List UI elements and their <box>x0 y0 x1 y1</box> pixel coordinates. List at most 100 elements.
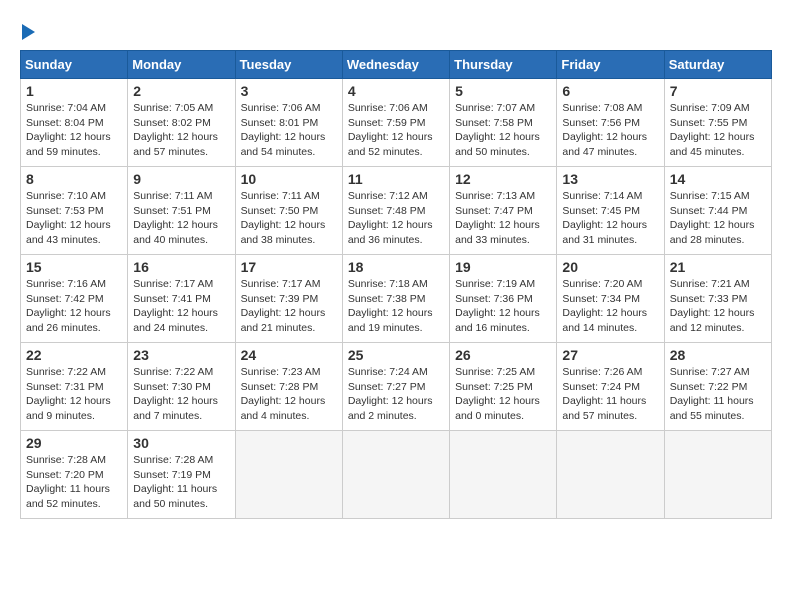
calendar-cell <box>664 431 771 519</box>
day-number: 3 <box>241 83 337 99</box>
weekday-header-friday: Friday <box>557 51 664 79</box>
calendar-cell: 28 Sunrise: 7:27 AM Sunset: 7:22 PM Dayli… <box>664 343 771 431</box>
calendar-cell: 16Sunrise: 7:17 AM Sunset: 7:41 PM Dayli… <box>128 255 235 343</box>
weekday-header-thursday: Thursday <box>450 51 557 79</box>
calendar-cell: 15 Sunrise: 7:16 AM Sunset: 7:42 PM Dayli… <box>21 255 128 343</box>
day-info: Sunrise: 7:15 AM Sunset: 7:44 PM Dayligh… <box>670 189 766 248</box>
day-info: Sunrise: 7:20 AM Sunset: 7:34 PM Dayligh… <box>562 277 658 336</box>
day-number: 20 <box>562 259 658 275</box>
calendar-cell <box>342 431 449 519</box>
calendar-cell: 5Sunrise: 7:07 AM Sunset: 7:58 PM Daylig… <box>450 79 557 167</box>
day-number: 23 <box>133 347 229 363</box>
day-number: 16 <box>133 259 229 275</box>
day-number: 29 <box>26 435 122 451</box>
calendar-cell: 24 Sunrise: 7:23 AM Sunset: 7:28 PM Dayli… <box>235 343 342 431</box>
day-number: 9 <box>133 171 229 187</box>
logo-arrow-icon <box>22 24 35 40</box>
calendar-cell: 23 Sunrise: 7:22 AM Sunset: 7:30 PM Dayli… <box>128 343 235 431</box>
calendar-cell: 12Sunrise: 7:13 AM Sunset: 7:47 PM Dayli… <box>450 167 557 255</box>
day-info: Sunrise: 7:06 AM Sunset: 7:59 PM Dayligh… <box>348 101 444 160</box>
calendar-cell: 29 Sunrise: 7:28 AM Sunset: 7:20 PM Dayli… <box>21 431 128 519</box>
day-info: Sunrise: 7:28 AM Sunset: 7:19 PM Dayligh… <box>133 453 229 512</box>
calendar-cell: 8 Sunrise: 7:10 AM Sunset: 7:53 PM Daylig… <box>21 167 128 255</box>
day-info: Sunrise: 7:26 AM Sunset: 7:24 PM Dayligh… <box>562 365 658 424</box>
day-info: Sunrise: 7:11 AM Sunset: 7:51 PM Dayligh… <box>133 189 229 248</box>
logo <box>20 20 35 40</box>
day-number: 8 <box>26 171 122 187</box>
day-number: 28 <box>670 347 766 363</box>
day-info: Sunrise: 7:22 AM Sunset: 7:30 PM Dayligh… <box>133 365 229 424</box>
day-info: Sunrise: 7:08 AM Sunset: 7:56 PM Dayligh… <box>562 101 658 160</box>
day-number: 14 <box>670 171 766 187</box>
day-number: 26 <box>455 347 551 363</box>
day-number: 10 <box>241 171 337 187</box>
calendar-cell: 9 Sunrise: 7:11 AM Sunset: 7:51 PM Daylig… <box>128 167 235 255</box>
calendar-cell <box>235 431 342 519</box>
weekday-header-sunday: Sunday <box>21 51 128 79</box>
day-info: Sunrise: 7:10 AM Sunset: 7:53 PM Dayligh… <box>26 189 122 248</box>
weekday-header-monday: Monday <box>128 51 235 79</box>
calendar-cell: 2 Sunrise: 7:05 AM Sunset: 8:02 PM Daylig… <box>128 79 235 167</box>
day-number: 27 <box>562 347 658 363</box>
calendar-cell: 11Sunrise: 7:12 AM Sunset: 7:48 PM Dayli… <box>342 167 449 255</box>
week-row-4: 22 Sunrise: 7:22 AM Sunset: 7:31 PM Dayli… <box>21 343 772 431</box>
calendar-cell: 7 Sunrise: 7:09 AM Sunset: 7:55 PM Daylig… <box>664 79 771 167</box>
day-number: 15 <box>26 259 122 275</box>
day-number: 19 <box>455 259 551 275</box>
day-info: Sunrise: 7:25 AM Sunset: 7:25 PM Dayligh… <box>455 365 551 424</box>
calendar-cell: 19 Sunrise: 7:19 AM Sunset: 7:36 PM Dayli… <box>450 255 557 343</box>
calendar-cell: 14 Sunrise: 7:15 AM Sunset: 7:44 PM Dayli… <box>664 167 771 255</box>
calendar-cell: 30 Sunrise: 7:28 AM Sunset: 7:19 PM Dayli… <box>128 431 235 519</box>
day-info: Sunrise: 7:09 AM Sunset: 7:55 PM Dayligh… <box>670 101 766 160</box>
calendar-cell: 21 Sunrise: 7:21 AM Sunset: 7:33 PM Dayli… <box>664 255 771 343</box>
weekday-header-row: SundayMondayTuesdayWednesdayThursdayFrid… <box>21 51 772 79</box>
calendar-cell: 6 Sunrise: 7:08 AM Sunset: 7:56 PM Daylig… <box>557 79 664 167</box>
day-number: 18 <box>348 259 444 275</box>
week-row-1: 1Sunrise: 7:04 AM Sunset: 8:04 PM Daylig… <box>21 79 772 167</box>
calendar-cell: 3 Sunrise: 7:06 AM Sunset: 8:01 PM Daylig… <box>235 79 342 167</box>
week-row-5: 29 Sunrise: 7:28 AM Sunset: 7:20 PM Dayli… <box>21 431 772 519</box>
day-info: Sunrise: 7:05 AM Sunset: 8:02 PM Dayligh… <box>133 101 229 160</box>
day-info: Sunrise: 7:21 AM Sunset: 7:33 PM Dayligh… <box>670 277 766 336</box>
weekday-header-tuesday: Tuesday <box>235 51 342 79</box>
weekday-header-wednesday: Wednesday <box>342 51 449 79</box>
day-info: Sunrise: 7:22 AM Sunset: 7:31 PM Dayligh… <box>26 365 122 424</box>
day-info: Sunrise: 7:18 AM Sunset: 7:38 PM Dayligh… <box>348 277 444 336</box>
day-number: 30 <box>133 435 229 451</box>
calendar-cell <box>450 431 557 519</box>
day-info: Sunrise: 7:28 AM Sunset: 7:20 PM Dayligh… <box>26 453 122 512</box>
day-number: 4 <box>348 83 444 99</box>
day-number: 24 <box>241 347 337 363</box>
day-number: 17 <box>241 259 337 275</box>
day-number: 21 <box>670 259 766 275</box>
day-info: Sunrise: 7:13 AM Sunset: 7:47 PM Dayligh… <box>455 189 551 248</box>
calendar-table: SundayMondayTuesdayWednesdayThursdayFrid… <box>20 50 772 519</box>
calendar-cell: 4 Sunrise: 7:06 AM Sunset: 7:59 PM Daylig… <box>342 79 449 167</box>
calendar-cell: 17 Sunrise: 7:17 AM Sunset: 7:39 PM Dayli… <box>235 255 342 343</box>
day-number: 6 <box>562 83 658 99</box>
day-info: Sunrise: 7:14 AM Sunset: 7:45 PM Dayligh… <box>562 189 658 248</box>
day-info: Sunrise: 7:11 AM Sunset: 7:50 PM Dayligh… <box>241 189 337 248</box>
day-info: Sunrise: 7:04 AM Sunset: 8:04 PM Dayligh… <box>26 101 122 160</box>
day-number: 25 <box>348 347 444 363</box>
logo-text <box>20 20 35 42</box>
calendar-cell: 10 Sunrise: 7:11 AM Sunset: 7:50 PM Dayli… <box>235 167 342 255</box>
calendar-cell: 20 Sunrise: 7:20 AM Sunset: 7:34 PM Dayli… <box>557 255 664 343</box>
day-info: Sunrise: 7:17 AM Sunset: 7:39 PM Dayligh… <box>241 277 337 336</box>
calendar-cell: 13Sunrise: 7:14 AM Sunset: 7:45 PM Dayli… <box>557 167 664 255</box>
day-info: Sunrise: 7:23 AM Sunset: 7:28 PM Dayligh… <box>241 365 337 424</box>
day-info: Sunrise: 7:06 AM Sunset: 8:01 PM Dayligh… <box>241 101 337 160</box>
calendar-cell: 22 Sunrise: 7:22 AM Sunset: 7:31 PM Dayli… <box>21 343 128 431</box>
day-number: 7 <box>670 83 766 99</box>
day-number: 2 <box>133 83 229 99</box>
day-number: 11 <box>348 171 444 187</box>
calendar-cell: 25 Sunrise: 7:24 AM Sunset: 7:27 PM Dayli… <box>342 343 449 431</box>
calendar-cell: 1Sunrise: 7:04 AM Sunset: 8:04 PM Daylig… <box>21 79 128 167</box>
day-number: 22 <box>26 347 122 363</box>
calendar-cell: 26 Sunrise: 7:25 AM Sunset: 7:25 PM Dayli… <box>450 343 557 431</box>
day-info: Sunrise: 7:16 AM Sunset: 7:42 PM Dayligh… <box>26 277 122 336</box>
day-info: Sunrise: 7:19 AM Sunset: 7:36 PM Dayligh… <box>455 277 551 336</box>
day-info: Sunrise: 7:27 AM Sunset: 7:22 PM Dayligh… <box>670 365 766 424</box>
week-row-2: 8 Sunrise: 7:10 AM Sunset: 7:53 PM Daylig… <box>21 167 772 255</box>
day-info: Sunrise: 7:24 AM Sunset: 7:27 PM Dayligh… <box>348 365 444 424</box>
